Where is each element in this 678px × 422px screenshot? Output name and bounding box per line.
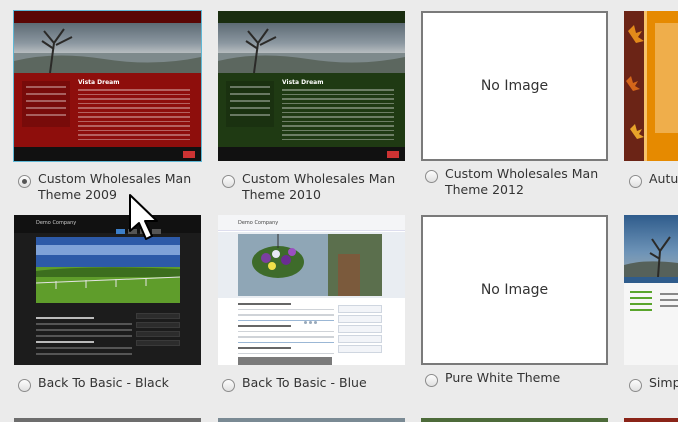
- no-image-text: No Image: [480, 78, 549, 94]
- theme-preview-row3-2[interactable]: [218, 418, 405, 422]
- theme-label-basic-black: Back To Basic - Black: [38, 375, 169, 390]
- theme-preview-basic-black[interactable]: Demo Company: [14, 215, 201, 365]
- preview-company: Demo Company: [238, 220, 279, 226]
- theme-label-2009: Custom Wholesales Man Theme 2009: [38, 171, 192, 202]
- theme-radio-pure-white[interactable]: [425, 374, 438, 387]
- theme-radio-basic-black[interactable]: [18, 379, 31, 392]
- no-image-text: No Image: [480, 282, 549, 298]
- vista-green-preview: Vista Dream: [218, 11, 405, 161]
- basic-blue-preview: Demo Company: [218, 215, 405, 365]
- theme-radio-simply[interactable]: [629, 379, 642, 392]
- theme-preview-2012[interactable]: No Image: [421, 11, 608, 161]
- preview-company: Demo Company: [36, 220, 77, 226]
- theme-preview-row3-3[interactable]: [421, 418, 608, 422]
- theme-preview-2009[interactable]: Vista Dream: [13, 10, 202, 162]
- theme-label-2010: Custom Wholesales Man Theme 2010: [242, 171, 396, 202]
- theme-preview-basic-blue[interactable]: Demo Company: [218, 215, 405, 365]
- vista-red-preview: Vista Dream: [14, 11, 201, 161]
- simply-preview: [624, 215, 678, 365]
- theme-preview-autumn[interactable]: [624, 11, 678, 161]
- theme-label-basic-blue: Back To Basic - Blue: [242, 375, 367, 390]
- theme-label-pure-white: Pure White Theme: [445, 370, 561, 385]
- preview-title: Vista Dream: [78, 79, 120, 86]
- preview-title: Vista Dream: [282, 79, 324, 86]
- theme-radio-2009[interactable]: [18, 175, 31, 188]
- theme-radio-2012[interactable]: [425, 170, 438, 183]
- theme-radio-autumn[interactable]: [629, 175, 642, 188]
- mouse-cursor-icon: [129, 194, 158, 240]
- theme-label-autumn: Autum: [649, 171, 678, 186]
- theme-radio-2010[interactable]: [222, 175, 235, 188]
- theme-radio-basic-blue[interactable]: [222, 379, 235, 392]
- theme-label-2012: Custom Wholesales Man Theme 2012: [445, 166, 599, 197]
- theme-preview-pure-white[interactable]: No Image: [421, 215, 608, 365]
- basic-black-preview: Demo Company: [14, 215, 201, 365]
- theme-preview-simply[interactable]: [624, 215, 678, 365]
- theme-preview-2010[interactable]: Vista Dream: [218, 11, 405, 161]
- theme-preview-row3-1[interactable]: [14, 418, 201, 422]
- autumn-preview: [624, 11, 678, 161]
- theme-label-simply: Simply: [649, 375, 678, 390]
- theme-preview-row3-4[interactable]: [624, 418, 678, 422]
